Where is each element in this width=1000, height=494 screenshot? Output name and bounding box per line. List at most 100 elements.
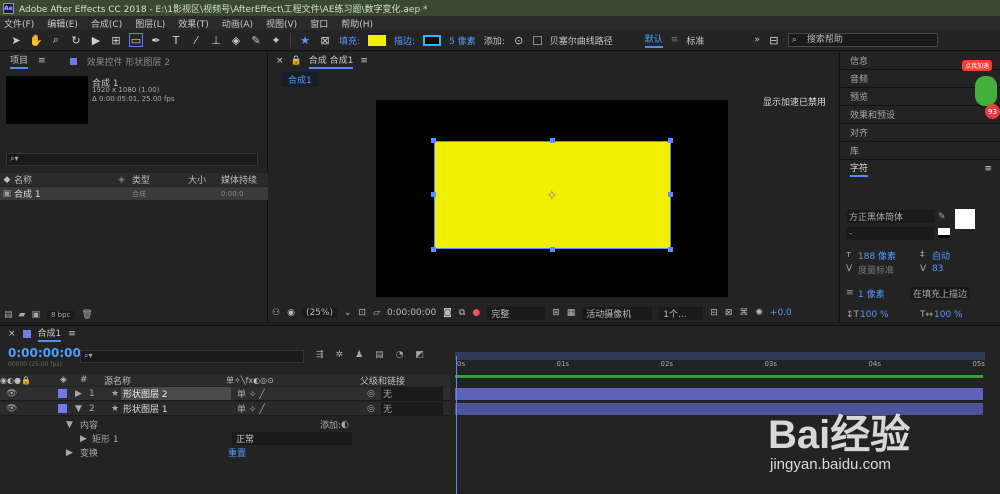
playhead[interactable] <box>456 356 457 494</box>
handle-bl[interactable] <box>431 247 436 252</box>
fill-color-swatch[interactable] <box>368 34 387 46</box>
stroke-color-box[interactable] <box>938 228 950 238</box>
section-align[interactable]: 对齐 <box>840 124 1000 142</box>
kerning-value[interactable]: 度量标准 <box>858 263 920 276</box>
section-library[interactable]: 库 <box>840 142 1000 160</box>
tab-project[interactable]: 项目 <box>10 53 29 69</box>
quality-dropdown[interactable]: 完整 <box>487 306 546 320</box>
menu-edit[interactable]: 编辑(E) <box>47 17 78 30</box>
type-tool-icon[interactable]: T <box>170 34 182 47</box>
hand-tool-icon[interactable]: ✋ <box>29 34 43 47</box>
vr-icon[interactable]: ◉ <box>287 308 295 318</box>
clone-stamp-tool-icon[interactable]: ⊥ <box>210 34 222 47</box>
viewer-tab[interactable]: 合成 合成1 <box>308 53 354 69</box>
menu-layer[interactable]: 图层(L) <box>135 17 165 30</box>
selection-tool-icon[interactable]: ➤ <box>10 34 22 47</box>
roto-brush-tool-icon[interactable]: ✎ <box>250 34 262 47</box>
layer-switches[interactable]: 单 ✧ ╱ <box>231 402 367 415</box>
mascot-icon[interactable] <box>975 76 997 106</box>
pickwhip-icon[interactable]: ◎ <box>367 404 381 414</box>
col-source-name[interactable]: 源名称 <box>104 374 226 387</box>
timeline-tab[interactable]: 合成1 <box>37 326 62 342</box>
new-comp-icon[interactable]: ▣ <box>31 310 40 320</box>
graph-editor-icon[interactable]: ◩ <box>416 350 425 360</box>
draft-3d-icon[interactable]: ✲ <box>336 350 344 360</box>
layer-name[interactable]: 形状图层 2 <box>121 387 231 400</box>
camera-dropdown[interactable]: 活动摄像机 <box>582 306 653 320</box>
layer-row[interactable]: 👁 ▼ 2 ★ 形状图层 1 单 ✧ ╱ ◎ 无 <box>0 402 450 416</box>
menu-effect[interactable]: 效果(T) <box>178 17 209 30</box>
rectangle-row[interactable]: ▶ 矩形 1 正常 <box>80 432 360 445</box>
anchor-point-icon[interactable]: ✧ <box>546 188 558 204</box>
workspace-default[interactable]: 默认 <box>644 32 663 48</box>
handle-bm[interactable] <box>550 247 555 252</box>
flow-tab[interactable]: 合成1 <box>282 72 318 87</box>
motion-blur-icon[interactable]: ◔ <box>396 350 404 360</box>
puppet-tool-icon[interactable]: ✦ <box>270 34 282 47</box>
stroke-color-swatch[interactable] <box>423 34 442 46</box>
timeline-timecode[interactable]: 0:00:00:00 <box>8 346 81 360</box>
layer-label-color[interactable] <box>58 404 67 413</box>
interpret-footage-icon[interactable]: ▤ <box>4 310 13 320</box>
font-style-dropdown[interactable]: - <box>846 227 934 240</box>
col-type[interactable]: 类型 <box>132 173 188 186</box>
accelerate-badge[interactable]: 点我加速 <box>962 60 993 71</box>
fast-preview-icon[interactable]: ⊟ <box>710 308 718 318</box>
time-ruler[interactable]: 0s 01s 02s 03s 04s 05s <box>457 359 985 369</box>
channel-icon[interactable]: ● <box>472 308 480 318</box>
zoom-tool-icon[interactable]: ⌕ <box>50 33 62 46</box>
menu-animation[interactable]: 动画(A) <box>222 17 253 30</box>
exposure-value[interactable]: +0.0 <box>770 308 792 318</box>
project-item-row[interactable]: ▣ 合成 1 合成 0:00:0 <box>0 187 268 200</box>
trash-icon[interactable]: 🗑 <box>81 310 92 320</box>
views-dropdown[interactable]: 1个... <box>659 306 704 320</box>
col-duration[interactable]: 媒体持续 <box>221 173 257 186</box>
lock-icon[interactable]: 🔒 <box>291 56 302 66</box>
tab-effects-controls[interactable]: 效果控件 形状图层 2 <box>87 55 170 68</box>
layer-name[interactable]: 形状图层 1 <box>121 402 231 415</box>
handle-br[interactable] <box>668 247 673 252</box>
transparency-grid-icon[interactable]: ▦ <box>567 308 576 318</box>
pan-behind-tool-icon[interactable]: ⊞ <box>110 34 122 47</box>
show-snapshot-icon[interactable]: ⧉ <box>459 308 465 318</box>
pickwhip-icon[interactable]: ◎ <box>367 389 381 399</box>
fill-label[interactable]: 填充: <box>339 34 360 47</box>
mask-icon[interactable]: ⊠ <box>319 34 331 47</box>
handle-tl[interactable] <box>431 138 436 143</box>
close-timeline-icon[interactable]: × <box>8 329 16 339</box>
menu-help[interactable]: 帮助(H) <box>341 17 373 30</box>
handle-mr[interactable] <box>668 192 673 197</box>
workspace-menu-icon[interactable]: ≡ <box>671 35 679 45</box>
rectangle-tool-icon[interactable]: ▭ <box>129 33 143 47</box>
flowchart-icon[interactable]: ⌘ <box>739 308 748 318</box>
resolution-icon[interactable]: ⊡ <box>359 308 367 318</box>
col-size[interactable]: 大小 <box>188 173 221 186</box>
parent-dropdown[interactable]: 无 <box>381 387 443 400</box>
tracking-value[interactable]: 83 <box>932 264 943 274</box>
blend-mode-dropdown[interactable]: 正常 <box>232 432 352 445</box>
layer-bar-1[interactable] <box>455 388 983 400</box>
col-parent[interactable]: 父级和链接 <box>360 374 405 387</box>
layer-row[interactable]: 👁 ▶ 1 ★ 形状图层 2 单 ✧ ╱ ◎ 无 <box>0 387 450 401</box>
toggle-mask-icon[interactable]: ⊞ <box>552 308 560 318</box>
new-folder-icon[interactable]: ▰ <box>19 310 26 320</box>
tab-project-menu-icon[interactable]: ≡ <box>38 56 46 66</box>
visibility-icon[interactable]: 👁 <box>0 404 58 414</box>
layer-switches[interactable]: 单 ✧ ╱ <box>231 387 367 400</box>
label-col-icon[interactable]: ◆ <box>0 175 14 185</box>
search-help-input[interactable]: ⌕ 搜索帮助 <box>787 33 938 47</box>
close-viewer-icon[interactable]: × <box>276 56 284 66</box>
stroke-width-value[interactable]: 1 像素 <box>858 287 910 300</box>
character-menu-icon[interactable]: ≡ <box>984 164 992 174</box>
search-help-toggle-icon[interactable]: ⊟ <box>768 34 780 47</box>
layer-label-color[interactable] <box>58 389 67 398</box>
twirl-open-icon[interactable]: ▼ <box>75 404 89 414</box>
visibility-icon[interactable]: 👁 <box>0 389 58 399</box>
shy-icon[interactable]: ♟ <box>355 350 363 360</box>
add-menu-icon[interactable]: ◐ <box>341 420 349 430</box>
frame-blend-icon[interactable]: ▤ <box>375 350 384 360</box>
timeline-menu-icon[interactable]: ≡ <box>68 329 76 339</box>
expand-workspaces-icon[interactable]: » <box>754 35 760 45</box>
camera-tool-icon[interactable]: ▶ <box>90 34 102 47</box>
twirl-open-icon[interactable]: ▼ <box>66 420 80 430</box>
